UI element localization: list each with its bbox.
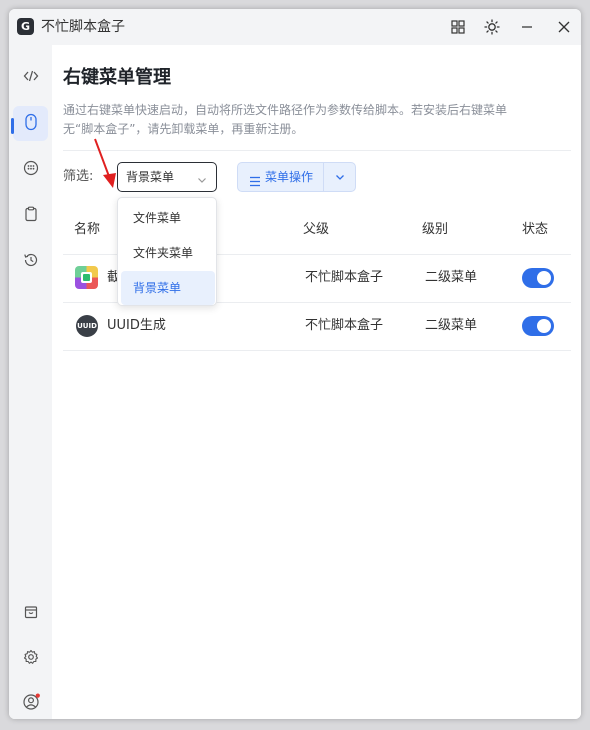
row-level: 二级菜单 (425, 318, 478, 333)
row-parent: 不忙脚本盒子 (305, 318, 384, 333)
row-divider (63, 350, 571, 351)
filter-label: 筛选: (63, 169, 94, 184)
column-header-level: 级别 (422, 222, 449, 237)
gear-icon (23, 649, 39, 669)
sidebar-item-apps[interactable] (13, 152, 48, 187)
filter-option-file[interactable]: 文件菜单 (121, 201, 215, 235)
row-parent: 不忙脚本盒子 (305, 270, 384, 285)
dots-grid-icon (23, 160, 39, 180)
row-level: 二级菜单 (425, 270, 478, 285)
chevron-down-icon (334, 168, 346, 187)
user-avatar-icon (22, 693, 40, 715)
title-bar: G 不忙脚本盒子 (9, 9, 581, 45)
filter-option-label: 文件菜单 (133, 211, 182, 225)
clipboard-icon (23, 206, 39, 226)
minimize-icon[interactable] (515, 15, 539, 39)
status-toggle[interactable] (522, 316, 554, 336)
chevron-down-icon (196, 171, 208, 190)
uuid-app-icon: UUID (76, 315, 98, 337)
app-window: G 不忙脚本盒子 右键菜单管理 通过右键菜单快速启动，自动将所选文件路径作为参数… (9, 9, 581, 719)
annotation-arrow-icon (94, 138, 116, 188)
active-indicator (11, 118, 14, 134)
filter-option-background[interactable]: 背景菜单 (121, 271, 215, 305)
column-header-status: 状态 (522, 222, 549, 237)
menu-action-dropdown-button[interactable] (323, 162, 356, 192)
filter-select-value: 背景菜单 (126, 170, 175, 184)
sidebar-item-clipboard[interactable] (13, 198, 48, 233)
column-header-name: 名称 (74, 222, 101, 237)
divider (63, 150, 571, 151)
column-header-parent: 父级 (303, 222, 330, 237)
sidebar-item-history[interactable] (13, 244, 48, 279)
menu-action-label: 菜单操作 (265, 170, 314, 184)
list-icon (249, 172, 261, 191)
sidebar-item-right-click-menu[interactable] (11, 106, 48, 141)
sidebar (9, 45, 52, 719)
row-name: UUID生成 (107, 318, 166, 333)
mouse-icon (23, 113, 39, 135)
app-title: 不忙脚本盒子 (41, 19, 125, 35)
store-icon (23, 604, 39, 624)
description-line-1: 通过右键菜单快速启动，自动将所选文件路径作为参数传给脚本。若安装后右键菜单 (63, 103, 508, 117)
app-logo-icon: G (17, 18, 34, 35)
grid-view-icon[interactable] (446, 15, 470, 39)
sidebar-item-store[interactable] (13, 596, 48, 631)
screenshot-app-icon (75, 266, 98, 289)
filter-option-label: 背景菜单 (133, 281, 182, 295)
code-icon (23, 68, 39, 88)
sun-theme-icon[interactable] (480, 15, 504, 39)
sidebar-item-code[interactable] (13, 60, 48, 95)
status-toggle[interactable] (522, 268, 554, 288)
filter-option-folder[interactable]: 文件夹菜单 (121, 236, 215, 270)
sidebar-item-account[interactable] (13, 686, 48, 719)
page-description: 通过右键菜单快速启动，自动将所选文件路径作为参数传给脚本。若安装后右键菜单 无“… (63, 101, 563, 139)
description-line-2: 无“脚本盒子”，请先卸载菜单，再重新注册。 (63, 122, 304, 136)
filter-option-label: 文件夹菜单 (133, 246, 194, 260)
close-icon[interactable] (552, 15, 576, 39)
filter-dropdown-menu: 文件菜单 文件夹菜单 背景菜单 (117, 197, 217, 306)
history-icon (23, 252, 39, 272)
menu-action-button[interactable]: 菜单操作 (237, 162, 324, 192)
sidebar-item-settings[interactable] (13, 641, 48, 676)
page-title: 右键菜单管理 (63, 67, 171, 88)
